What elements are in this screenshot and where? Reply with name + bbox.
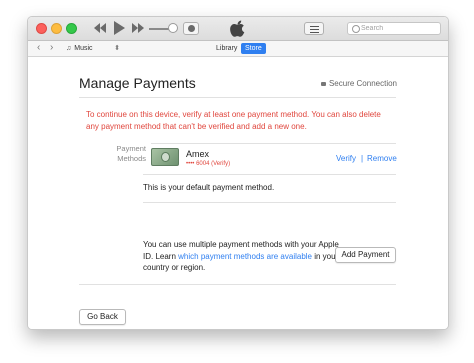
verification-warning: To continue on this device, verify at le… <box>86 110 381 131</box>
fast-forward-icon[interactable] <box>132 23 144 33</box>
link-separator: | <box>361 154 364 163</box>
card-divider <box>143 174 396 175</box>
multiple-payments-text: You can use multiple payment methods wit… <box>143 239 343 274</box>
remove-link[interactable]: Remove <box>367 154 397 163</box>
payment-methods-label: Payment Methods <box>106 144 146 164</box>
card-face-icon <box>161 152 170 162</box>
add-payment-button[interactable]: Add Payment <box>335 247 396 263</box>
navigation-bar: ‹ › ♫ Music ⬍ Library Store <box>28 41 448 57</box>
chevron-updown-icon: ⬍ <box>114 45 120 52</box>
payment-row-top-divider <box>151 143 396 144</box>
back-arrow-icon[interactable]: ‹ <box>37 43 40 53</box>
media-type-select[interactable]: ♫ Music ⬍ <box>66 43 120 54</box>
search-input[interactable] <box>361 23 439 34</box>
title-bar <box>28 17 448 41</box>
tab-library[interactable]: Library <box>212 43 241 54</box>
close-window-button[interactable] <box>36 23 47 34</box>
manage-payments-page: Manage Payments Secure Connection To con… <box>28 57 448 329</box>
card-number: •••• 6004 (Verify) <box>186 161 231 167</box>
play-icon[interactable] <box>114 21 125 35</box>
page-title: Manage Payments <box>79 75 196 91</box>
search-icon <box>352 25 360 33</box>
card-name: Amex <box>186 149 210 159</box>
verify-link[interactable]: Verify <box>336 154 356 163</box>
zoom-window-button[interactable] <box>66 23 77 34</box>
airplay-button[interactable] <box>183 22 199 35</box>
airplay-icon <box>188 25 195 32</box>
payment-methods-label-line1: Payment <box>116 144 146 153</box>
up-next-list-button[interactable] <box>304 22 324 35</box>
volume-slider-knob[interactable] <box>168 23 178 33</box>
secure-connection-text: Secure Connection <box>328 79 397 88</box>
list-icon-line <box>310 29 319 30</box>
list-icon-line <box>310 32 319 33</box>
minimize-window-button[interactable] <box>51 23 62 34</box>
list-icon-line <box>310 26 319 27</box>
media-type-label: Music <box>74 45 93 52</box>
search-box[interactable] <box>347 22 441 35</box>
default-payment-text: This is your default payment method. <box>143 183 275 192</box>
lock-icon <box>320 82 326 86</box>
forward-arrow-icon[interactable]: › <box>50 43 53 53</box>
itunes-window: ‹ › ♫Music ⬍ Library Store Manage Paymen… <box>27 16 449 330</box>
secure-connection-label: Secure Connection <box>320 79 397 88</box>
footer-divider <box>79 284 396 285</box>
header-divider <box>79 97 396 98</box>
payment-methods-label-line2: Methods <box>117 154 146 163</box>
payment-methods-available-link[interactable]: which payment methods are available <box>178 252 312 261</box>
music-note-icon: ♫ <box>66 45 72 52</box>
go-back-button[interactable]: Go Back <box>79 309 126 325</box>
tab-store[interactable]: Store <box>241 43 266 54</box>
rewind-icon[interactable] <box>94 23 106 33</box>
amex-card-icon <box>151 148 179 166</box>
default-divider <box>143 202 396 203</box>
apple-logo-icon <box>230 20 245 37</box>
